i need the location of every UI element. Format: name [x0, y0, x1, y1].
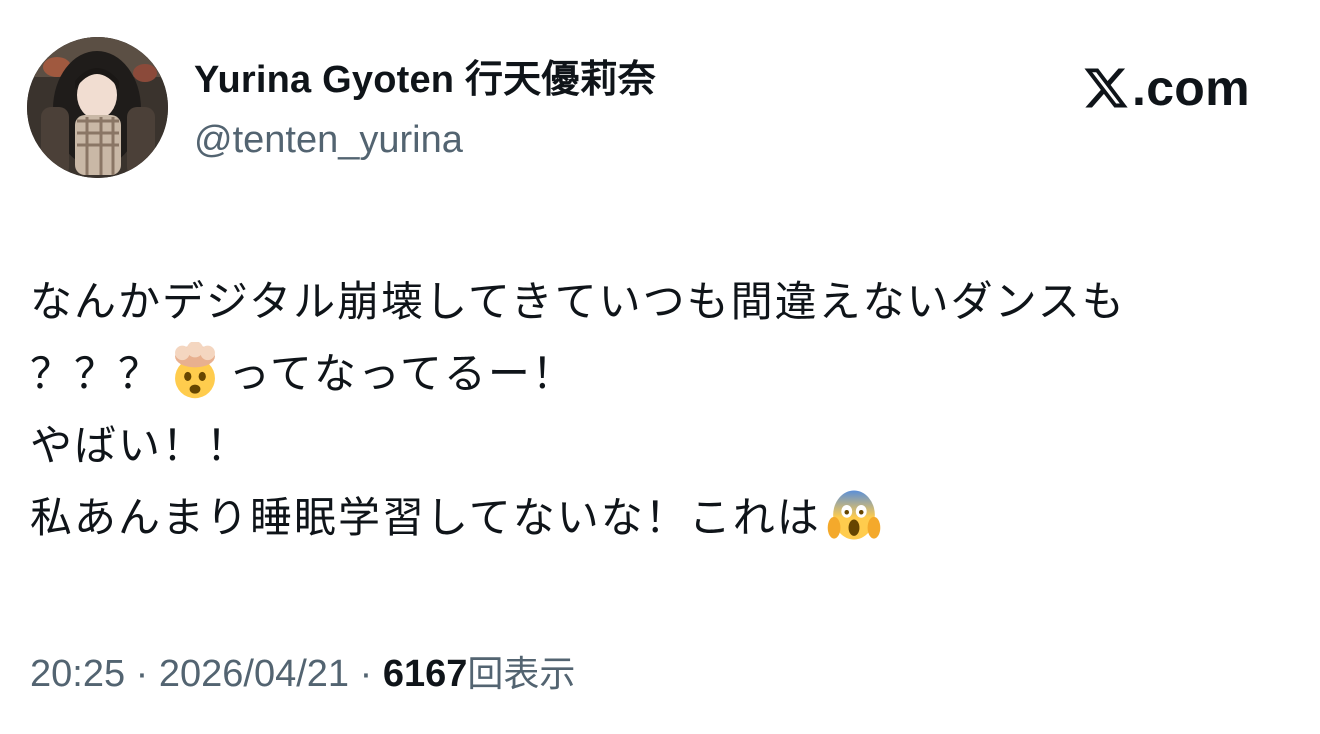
display-name[interactable]: Yurina Gyoten 行天優莉奈 [194, 54, 656, 106]
exploding-head-icon [175, 342, 215, 399]
tweet-line-2: ？？？ ってなってるー！ [30, 338, 1300, 410]
tweet-date[interactable]: 2026/04/21 [159, 653, 349, 695]
tweet-line-3: やばい！！ [30, 421, 251, 470]
brand-domain-text: .com [1132, 60, 1250, 116]
tweet-line-2-start: ？？？ [30, 349, 163, 398]
avatar[interactable] [27, 37, 168, 178]
tweet-line-1: なんかデジタル崩壊してきていつも間違えないダンスも [30, 277, 1126, 326]
x-brand-mark: .com [1082, 58, 1250, 118]
views-label: 回表示 [467, 654, 576, 695]
user-handle[interactable]: @tenten_yurina [194, 114, 463, 166]
tweet-meta: 20:25 · 2026/04/21 · 6167回表示 [30, 646, 575, 703]
x-logo-icon [1084, 68, 1128, 108]
avatar-photo [27, 37, 168, 178]
tweet-text: なんかデジタル崩壊してきていつも間違えないダンスも ？？？ ってなってるー！ や… [30, 266, 1300, 554]
tweet-line-4: 私あんまり睡眠学習してないな！これは [30, 482, 1300, 554]
views-count: 6167 [382, 653, 468, 695]
tweet-time[interactable]: 20:25 [30, 653, 125, 695]
meta-separator: · [349, 653, 383, 695]
screaming-face-icon [827, 490, 881, 540]
tweet-line-2-end: ってなってるー！ [228, 349, 576, 398]
meta-separator: · [125, 653, 159, 695]
tweet-line-4-text: 私あんまり睡眠学習してないな！これは [30, 493, 821, 542]
